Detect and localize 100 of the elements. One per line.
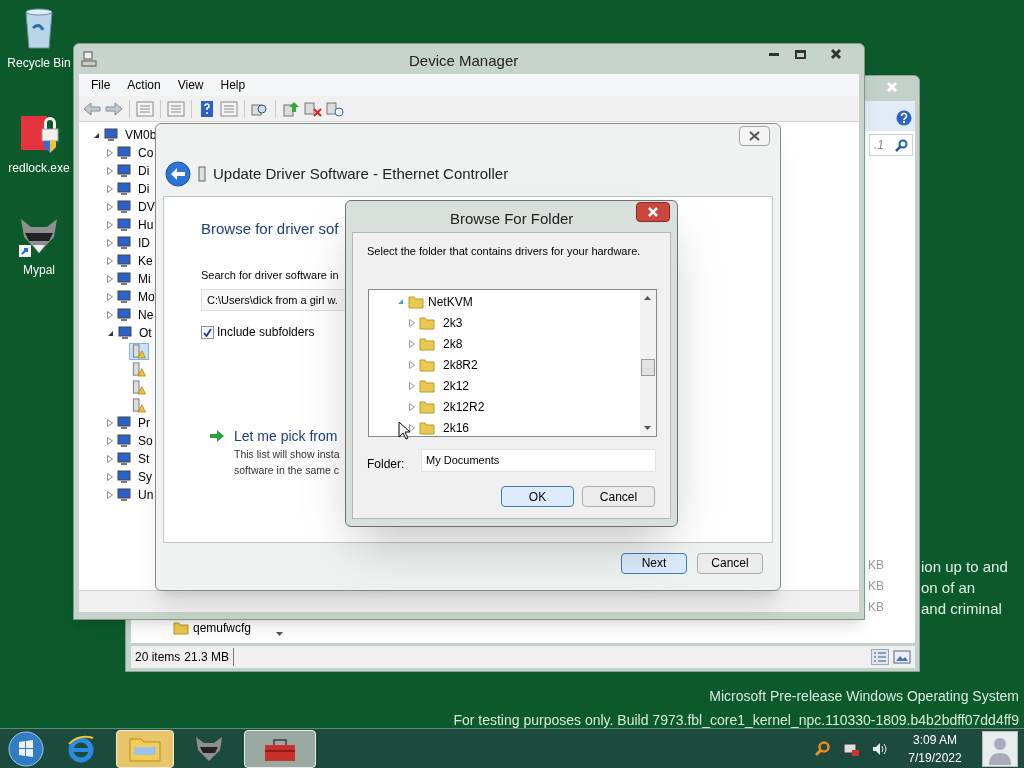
scroll-bar[interactable] (640, 290, 656, 436)
raccoon-icon (194, 734, 224, 763)
taskbar-button[interactable] (116, 729, 174, 768)
tree-item[interactable]: Sy (138, 468, 152, 486)
expand-arrow-icon[interactable] (107, 275, 113, 283)
folder-tree-item[interactable]: 2k8 (443, 334, 463, 353)
cancel-button[interactable]: Cancel (697, 552, 763, 574)
collapse-arrow-icon[interactable] (107, 329, 114, 337)
tree-item[interactable]: Pr (138, 414, 150, 432)
recycle-bin-icon[interactable] (23, 8, 55, 50)
file-name[interactable]: qemufwcfg (193, 619, 252, 637)
build-info-text: Microsoft Pre-release Windows Operating System (709, 687, 1019, 706)
network-icon[interactable] (842, 740, 860, 757)
disable-icon[interactable] (326, 100, 344, 117)
expand-arrow-icon[interactable] (107, 257, 113, 265)
folder-tree-item[interactable]: 2k3 (443, 313, 463, 332)
close-button[interactable] (636, 202, 670, 222)
forward-arrow-icon[interactable] (105, 100, 123, 117)
details-view-icon[interactable] (871, 649, 889, 665)
expand-arrow-icon[interactable] (107, 203, 113, 211)
uninstall-icon[interactable] (304, 100, 322, 117)
folder-tree-item[interactable]: 2k8R2 (443, 355, 478, 374)
menu-item[interactable]: View (177, 76, 204, 94)
menu-item[interactable]: File (91, 76, 111, 94)
menu-item[interactable]: Action (127, 76, 161, 94)
expand-arrow-icon[interactable] (107, 455, 113, 463)
search-icon[interactable] (814, 740, 830, 757)
close-icon (749, 131, 760, 141)
arrow-icon (210, 430, 224, 442)
tree-item[interactable] (129, 342, 149, 360)
folder-field[interactable]: My Documents (421, 449, 656, 472)
taskbar-button[interactable] (244, 729, 316, 768)
checkbox-label[interactable]: Include subfolders (217, 323, 315, 341)
monitor-icon (116, 451, 132, 467)
tree-item[interactable]: Mi (138, 270, 151, 288)
expand-arrow-icon[interactable] (107, 437, 113, 445)
folder-icon (419, 314, 435, 331)
desktop-icon-label[interactable]: redlock.exe (8, 159, 70, 177)
expand-arrow-icon[interactable] (409, 339, 415, 348)
clock-time[interactable]: 3:09 AM (913, 730, 957, 749)
desktop-icon-label[interactable]: Recycle Bin (7, 54, 71, 72)
preview-view-icon[interactable] (893, 649, 911, 665)
help-icon[interactable] (896, 110, 912, 126)
next-button[interactable]: Next (621, 552, 687, 574)
folder-tree-item[interactable]: 2k12R2 (443, 397, 485, 416)
ok-button[interactable]: OK (501, 486, 574, 507)
tree-item[interactable]: Mo (138, 288, 155, 306)
close-icon (886, 81, 898, 93)
expand-arrow-icon[interactable] (409, 360, 415, 369)
start-orb-icon[interactable] (6, 729, 46, 768)
tree-item[interactable]: Hu (138, 216, 154, 234)
user-silhouette-icon[interactable] (982, 730, 1018, 767)
folder-tree-item[interactable]: NetKVM (428, 292, 473, 311)
tree-item[interactable]: ID (138, 234, 150, 252)
update-icon[interactable] (282, 100, 300, 117)
clock-date[interactable]: 7/19/2022 (908, 748, 962, 767)
expand-arrow-icon[interactable] (107, 239, 113, 247)
tree-item[interactable]: St (138, 450, 150, 468)
expand-arrow-icon[interactable] (107, 491, 113, 499)
tree-item[interactable]: Ot (139, 324, 152, 342)
expand-arrow-icon[interactable] (107, 473, 113, 481)
folder-icon (419, 356, 435, 373)
expand-arrow-icon[interactable] (409, 318, 415, 327)
tree-item[interactable]: Di (138, 162, 150, 180)
expand-arrow-icon[interactable] (107, 311, 113, 319)
desktop-icon-label[interactable]: Mypal (23, 261, 55, 279)
cancel-button[interactable]: Cancel (582, 486, 655, 507)
folder-tree-item[interactable]: 2k12 (443, 376, 470, 395)
tree-item[interactable]: DV (138, 198, 155, 216)
padlock-shield-icon[interactable] (18, 113, 60, 155)
expand-arrow-icon[interactable] (107, 221, 113, 229)
tree-item[interactable]: Co (138, 144, 154, 162)
close-button[interactable] (739, 126, 770, 146)
folder-tree-item[interactable]: 2k16 (443, 418, 470, 436)
checkbox[interactable] (201, 325, 214, 339)
expand-arrow-icon[interactable] (107, 149, 113, 157)
expand-arrow-icon[interactable] (107, 293, 113, 301)
search-icon[interactable] (895, 138, 908, 152)
tree-item[interactable]: Ke (138, 252, 153, 270)
menu-item[interactable]: Help (220, 76, 246, 94)
tree-item[interactable]: So (138, 432, 153, 450)
search-field[interactable]: .1 (869, 134, 913, 156)
tree-item[interactable]: Un (138, 486, 154, 504)
expand-arrow-icon[interactable] (409, 381, 415, 390)
monitor-icon (116, 307, 132, 323)
tree-item[interactable]: Ne (138, 306, 154, 324)
monitor-icon (117, 325, 133, 341)
tree-item[interactable]: Di (138, 180, 150, 198)
search-location-label: Search for driver software in (201, 268, 339, 283)
expand-arrow-icon[interactable] (409, 423, 415, 432)
pick-from-list-link[interactable]: Let me pick from (234, 426, 338, 447)
help-icon[interactable] (198, 100, 216, 117)
dropdown-arrow-icon[interactable] (276, 632, 283, 636)
expand-arrow-icon[interactable] (107, 167, 113, 175)
expand-arrow-icon[interactable] (107, 419, 113, 427)
monitor-icon (116, 487, 132, 503)
collapse-arrow-icon[interactable] (93, 131, 100, 139)
expand-arrow-icon[interactable] (409, 402, 415, 411)
dialog-title: Update Driver Software - Ethernet Controller (213, 163, 509, 184)
expand-arrow-icon[interactable] (107, 185, 113, 193)
